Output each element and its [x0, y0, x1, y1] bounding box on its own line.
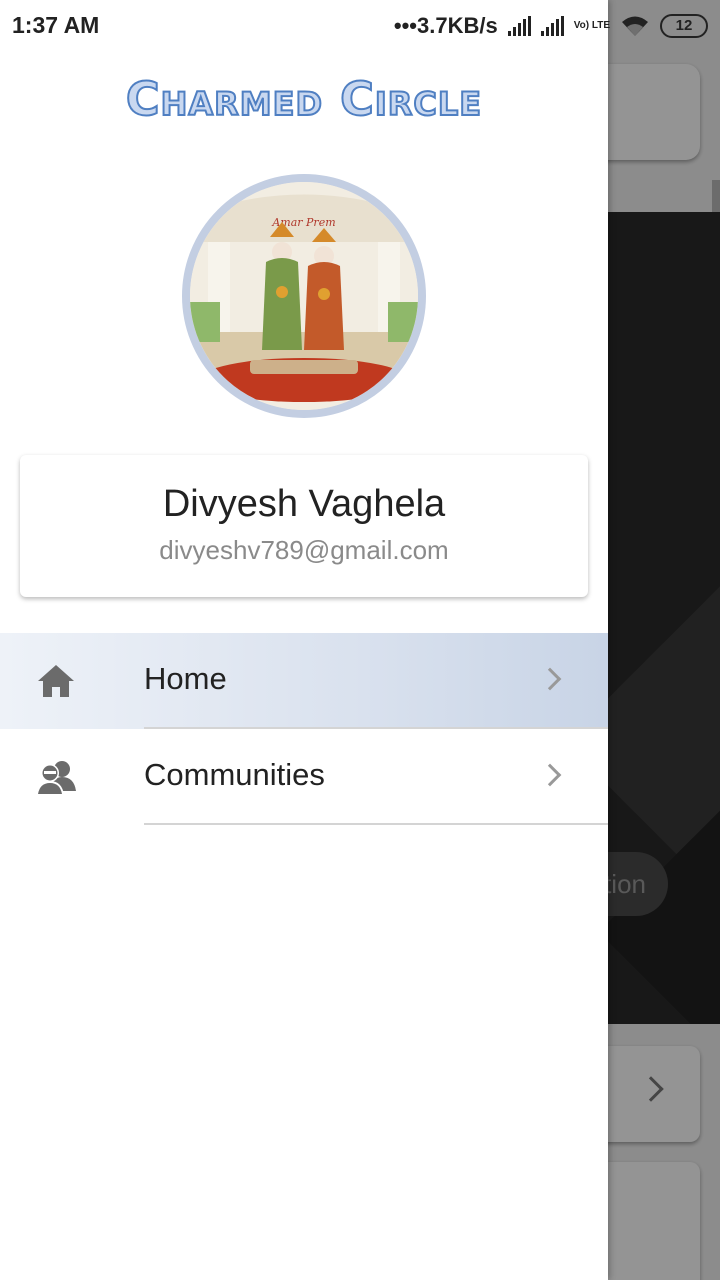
battery-icon: 12: [660, 14, 708, 38]
menu-item-label: Home: [144, 661, 227, 696]
signal-icon: [507, 16, 531, 36]
home-icon: [38, 665, 74, 697]
menu-item-home[interactable]: Home: [0, 633, 608, 729]
status-bar: 1:37 AM •••3.7KB/s Vo) LTE 12: [0, 0, 720, 52]
avatar[interactable]: Amar Prem: [182, 174, 426, 418]
divider: [144, 823, 608, 825]
chevron-right-icon: [538, 763, 562, 787]
profile-card[interactable]: Divyesh Vaghela divyeshv789@gmail.com: [20, 455, 588, 597]
menu-item-label: Communities: [144, 757, 325, 792]
status-time: 1:37 AM: [12, 12, 100, 38]
user-email: divyeshv789@gmail.com: [159, 535, 449, 565]
app-logo: Charmed Circle: [125, 71, 483, 127]
profile-photo: Amar Prem: [190, 182, 418, 410]
menu-item-communities[interactable]: Communities: [0, 729, 608, 825]
chevron-right-icon: [538, 667, 562, 691]
navigation-drawer: Charmed Circle Amar Prem Divyesh Vaghela…: [0, 0, 608, 1280]
wifi-icon: [622, 16, 648, 36]
user-name: Divyesh Vaghela: [162, 483, 446, 525]
communities-icon: [36, 761, 76, 795]
network-speed: •••3.7KB/s: [393, 13, 498, 38]
volte-icon: Vo) LTE: [573, 20, 610, 31]
signal-icon: [540, 16, 564, 36]
